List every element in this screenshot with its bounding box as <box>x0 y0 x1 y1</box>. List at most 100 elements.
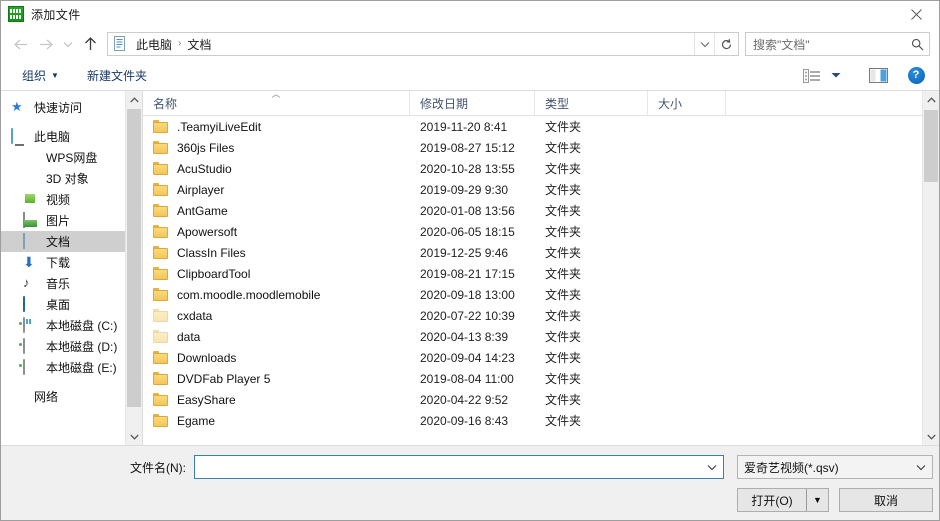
address-dropdown-icon[interactable] <box>694 33 714 55</box>
file-name-cell: .TeamyiLiveEdit <box>143 120 410 134</box>
window-title: 添加文件 <box>31 6 81 23</box>
folder-icon <box>153 183 169 196</box>
open-dropdown-icon[interactable]: ▼ <box>806 489 828 511</box>
view-dropdown-icon[interactable] <box>827 65 845 87</box>
chevron-down-icon: ▼ <box>51 71 59 80</box>
new-folder-label: 新建文件夹 <box>87 67 147 84</box>
arrow-right-icon[interactable] <box>33 31 59 57</box>
file-date-cell: 2020-09-16 8:43 <box>410 414 535 428</box>
file-type-cell: 文件夹 <box>535 286 648 303</box>
sidebar-item-music[interactable]: ♪ 音乐 <box>1 273 142 294</box>
file-date-cell: 2019-11-20 8:41 <box>410 120 535 134</box>
table-row[interactable]: data2020-04-13 8:39文件夹 <box>143 326 922 347</box>
arrow-left-icon[interactable] <box>7 31 33 57</box>
preview-pane-icon[interactable] <box>863 65 893 87</box>
sidebar-item-pictures[interactable]: 图片 <box>1 210 142 231</box>
file-type-cell: 文件夹 <box>535 244 648 261</box>
file-date-cell: 2019-08-21 17:15 <box>410 267 535 281</box>
open-button[interactable]: 打开(O) ▼ <box>737 488 829 512</box>
file-name-cell: AntGame <box>143 204 410 218</box>
sidebar-item-videos[interactable]: 视频 <box>1 189 142 210</box>
sidebar-item-label: 桌面 <box>46 296 70 313</box>
column-header-size[interactable]: 大小 <box>648 91 726 115</box>
breadcrumb-item-0[interactable]: 此电脑 <box>132 36 176 53</box>
file-date-cell: 2020-10-28 13:55 <box>410 162 535 176</box>
column-header-name[interactable]: ︿ 名称 <box>143 91 410 115</box>
sidebar-item-label: 文档 <box>46 233 70 250</box>
sidebar-item-disk-d[interactable]: 本地磁盘 (D:) <box>1 336 142 357</box>
folder-icon <box>153 162 169 175</box>
table-row[interactable]: ClassIn Files2019-12-25 9:46文件夹 <box>143 242 922 263</box>
sidebar-item-documents[interactable]: 文档 <box>1 231 142 252</box>
table-row[interactable]: Airplayer2019-09-29 9:30文件夹 <box>143 179 922 200</box>
sidebar-item-this-pc[interactable]: 此电脑 <box>1 126 142 147</box>
chevron-down-icon[interactable] <box>59 31 77 57</box>
column-header-type[interactable]: 类型 <box>535 91 648 115</box>
file-list-scrollbar[interactable] <box>922 91 939 445</box>
chevron-down-icon[interactable] <box>923 428 939 445</box>
close-icon[interactable] <box>893 1 939 27</box>
sidebar-item-wps-cloud[interactable]: WPS网盘 <box>1 147 142 168</box>
column-header-date[interactable]: 修改日期 <box>410 91 535 115</box>
folder-icon <box>153 309 169 322</box>
chevron-up-icon[interactable] <box>923 91 939 108</box>
chevron-up-icon[interactable] <box>126 91 142 108</box>
filetype-value: 爱奇艺视频(*.qsv) <box>744 459 912 476</box>
sort-ascending-icon: ︿ <box>271 87 280 100</box>
table-row[interactable]: AcuStudio2020-10-28 13:55文件夹 <box>143 158 922 179</box>
command-toolbar: 组织 ▼ 新建文件夹 ? <box>1 61 939 91</box>
file-name-label: EasyShare <box>177 393 236 407</box>
sidebar-item-disk-c[interactable]: 本地磁盘 (C:) <box>1 315 142 336</box>
table-row[interactable]: EasyShare2020-04-22 9:52文件夹 <box>143 389 922 410</box>
file-name-cell: Apowersoft <box>143 225 410 239</box>
help-icon[interactable]: ? <box>901 65 931 87</box>
file-name-cell: Egame <box>143 414 410 428</box>
folder-icon <box>153 414 169 427</box>
table-row[interactable]: 360js Files2019-08-27 15:12文件夹 <box>143 137 922 158</box>
sidebar-item-network[interactable]: 网络 <box>1 386 142 407</box>
table-row[interactable]: Apowersoft2020-06-05 18:15文件夹 <box>143 221 922 242</box>
chevron-down-icon[interactable] <box>912 464 930 471</box>
file-date-cell: 2019-08-27 15:12 <box>410 141 535 155</box>
table-row[interactable]: ClipboardTool2019-08-21 17:15文件夹 <box>143 263 922 284</box>
sidebar-item-quick-access[interactable]: ★ 快速访问 <box>1 97 142 118</box>
file-name-label: cxdata <box>177 309 212 323</box>
sidebar-item-downloads[interactable]: ⬇ 下载 <box>1 252 142 273</box>
file-list-scrollbar-thumb[interactable] <box>924 110 938 182</box>
file-type-cell: 文件夹 <box>535 160 648 177</box>
file-name-label: 360js Files <box>177 141 234 155</box>
search-input[interactable]: 搜索"文档" <box>745 32 930 56</box>
table-row[interactable]: DVDFab Player 52019-08-04 11:00文件夹 <box>143 368 922 389</box>
search-placeholder: 搜索"文档" <box>753 36 909 53</box>
view-list-icon[interactable] <box>797 65 827 87</box>
sidebar-item-desktop[interactable]: 桌面 <box>1 294 142 315</box>
table-row[interactable]: AntGame2020-01-08 13:56文件夹 <box>143 200 922 221</box>
address-bar[interactable]: 此电脑 › 文档 <box>107 32 739 56</box>
chevron-down-icon[interactable] <box>703 464 721 471</box>
new-folder-button[interactable]: 新建文件夹 <box>80 64 154 87</box>
file-name-cell: data <box>143 330 410 344</box>
filename-input[interactable] <box>194 455 724 479</box>
sidebar-item-disk-e[interactable]: 本地磁盘 (E:) <box>1 357 142 378</box>
sidebar-scrollbar-thumb[interactable] <box>127 109 141 407</box>
table-row[interactable]: Downloads2020-09-04 14:23文件夹 <box>143 347 922 368</box>
file-type-cell: 文件夹 <box>535 223 648 240</box>
help-label: ? <box>908 67 925 84</box>
organize-button[interactable]: 组织 ▼ <box>15 64 66 87</box>
breadcrumb-item-1[interactable]: 文档 <box>183 36 215 53</box>
file-name-label: Downloads <box>177 351 236 365</box>
file-name-label: com.moodle.moodlemobile <box>177 288 320 302</box>
cancel-button[interactable]: 取消 <box>839 488 933 512</box>
sidebar-scrollbar[interactable] <box>125 91 142 445</box>
file-name-label: DVDFab Player 5 <box>177 372 270 386</box>
table-row[interactable]: Egame2020-09-16 8:43文件夹 <box>143 410 922 431</box>
filetype-select[interactable]: 爱奇艺视频(*.qsv) <box>737 455 933 479</box>
chevron-down-icon[interactable] <box>126 428 142 445</box>
file-type-cell: 文件夹 <box>535 118 648 135</box>
table-row[interactable]: cxdata2020-07-22 10:39文件夹 <box>143 305 922 326</box>
table-row[interactable]: .TeamyiLiveEdit2019-11-20 8:41文件夹 <box>143 116 922 137</box>
arrow-up-icon[interactable] <box>77 31 103 57</box>
table-row[interactable]: com.moodle.moodlemobile2020-09-18 13:00文… <box>143 284 922 305</box>
sidebar-item-3d-objects[interactable]: 3D 对象 <box>1 168 142 189</box>
refresh-icon[interactable] <box>714 33 738 55</box>
